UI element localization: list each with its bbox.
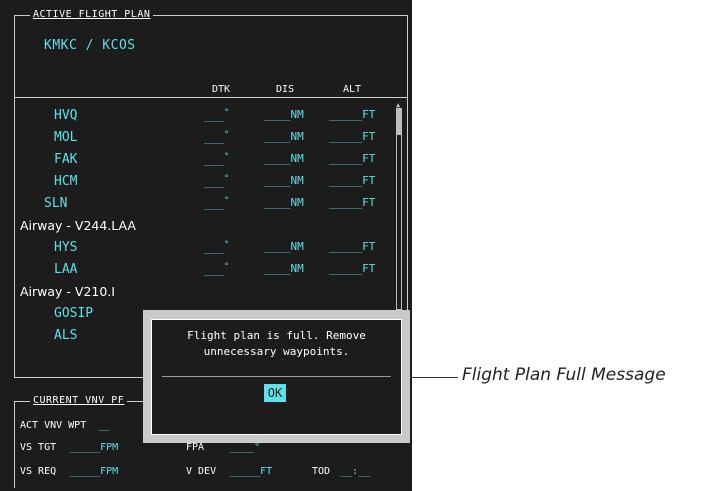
act-vnv-wpt-label: ACT VNV WPT — [20, 420, 87, 431]
waypoint-row[interactable]: HYS ___° ____NM _____FT — [14, 236, 396, 258]
alt-value: _____FT — [329, 108, 376, 121]
waypoint-name: HVQ — [54, 108, 78, 123]
vs-req-value: _____FPM — [70, 466, 119, 477]
dtk-value: ___° — [204, 262, 230, 277]
airway-label: Airway - V210.I — [20, 284, 115, 299]
dtk-value: ___° — [204, 130, 230, 145]
waypoint-row[interactable]: MOL ___° ____NM _____FT — [14, 126, 396, 148]
flight-plan-screen: ACTIVE FLIGHT PLAN KMKC / KCOS DTK DIS A… — [0, 0, 412, 491]
dis-header: DIS — [276, 84, 295, 95]
waypoint-name: HCM — [54, 174, 78, 189]
airway-row[interactable]: Airway - V210.I — [14, 280, 396, 302]
callout-label: Flight Plan Full Message — [462, 365, 666, 385]
waypoint-name: SLN — [44, 196, 68, 211]
dialog-message-line-2: unnecessary waypoints. — [203, 345, 350, 358]
waypoint-name: HYS — [54, 240, 78, 255]
dtk-value: ___° — [204, 174, 230, 189]
dtk-value: ___° — [204, 152, 230, 167]
act-vnv-wpt-value: __ — [98, 420, 111, 431]
flight-plan-scrollbar[interactable] — [396, 108, 402, 310]
dis-value: ____NM — [264, 108, 304, 121]
v-dev-label: V DEV — [186, 466, 217, 477]
alt-value: _____FT — [329, 262, 376, 275]
waypoint-name: FAK — [54, 152, 78, 167]
dis-value: ____NM — [264, 262, 304, 275]
header-divider — [14, 97, 407, 98]
dialog-divider — [162, 376, 391, 377]
active-flight-plan-title: ACTIVE FLIGHT PLAN — [30, 9, 154, 21]
callout-leader-line — [410, 377, 458, 378]
v-dev-value: _____FT — [230, 466, 273, 477]
vnv-profile-title: CURRENT VNV PF — [30, 395, 128, 407]
waypoint-name: MOL — [54, 130, 78, 145]
ok-button[interactable]: OK — [264, 384, 286, 402]
dtk-value: ___° — [204, 196, 230, 211]
vs-tgt-value: _____FPM — [70, 442, 119, 453]
tod-value: __:__ — [340, 466, 371, 477]
waypoint-name: GOSIP — [54, 306, 94, 321]
scrollbar-thumb[interactable] — [397, 109, 401, 135]
vs-req-label: VS REQ — [20, 466, 57, 477]
vs-tgt-label: VS TGT — [20, 442, 57, 453]
alt-value: _____FT — [329, 196, 376, 209]
airway-label: Airway - V244.LAA — [20, 218, 136, 233]
dialog-message: Flight plan is full. Remove unnecessary … — [152, 328, 401, 360]
waypoint-name: ALS — [54, 328, 78, 343]
alt-value: _____FT — [329, 152, 376, 165]
dis-value: ____NM — [264, 130, 304, 143]
airway-row[interactable]: Airway - V244.LAA — [14, 214, 396, 236]
waypoint-name: LAA — [54, 262, 78, 277]
dtk-header: DTK — [212, 84, 231, 95]
alt-header: ALT — [343, 84, 362, 95]
fpa-label: FPA — [186, 442, 205, 453]
dtk-value: ___° — [204, 240, 230, 255]
waypoint-row[interactable]: HVQ ___° ____NM _____FT — [14, 104, 396, 126]
dis-value: ____NM — [264, 240, 304, 253]
dialog-body: Flight plan is full. Remove unnecessary … — [151, 319, 402, 435]
alt-value: _____FT — [329, 174, 376, 187]
alt-value: _____FT — [329, 240, 376, 253]
waypoint-row[interactable]: SLN ___° ____NM _____FT — [14, 192, 396, 214]
dis-value: ____NM — [264, 196, 304, 209]
waypoint-row[interactable]: FAK ___° ____NM _____FT — [14, 148, 396, 170]
flight-plan-full-dialog: Flight plan is full. Remove unnecessary … — [143, 310, 410, 443]
waypoint-row[interactable]: HCM ___° ____NM _____FT — [14, 170, 396, 192]
dtk-value: ___° — [204, 108, 230, 123]
fpa-value: ____° — [230, 442, 261, 453]
tod-label: TOD — [312, 466, 331, 477]
dialog-message-line-1: Flight plan is full. Remove — [187, 329, 366, 342]
route-header: KMKC / KCOS — [44, 38, 136, 53]
waypoint-row[interactable]: LAA ___° ____NM _____FT — [14, 258, 396, 280]
alt-value: _____FT — [329, 130, 376, 143]
dis-value: ____NM — [264, 174, 304, 187]
dis-value: ____NM — [264, 152, 304, 165]
